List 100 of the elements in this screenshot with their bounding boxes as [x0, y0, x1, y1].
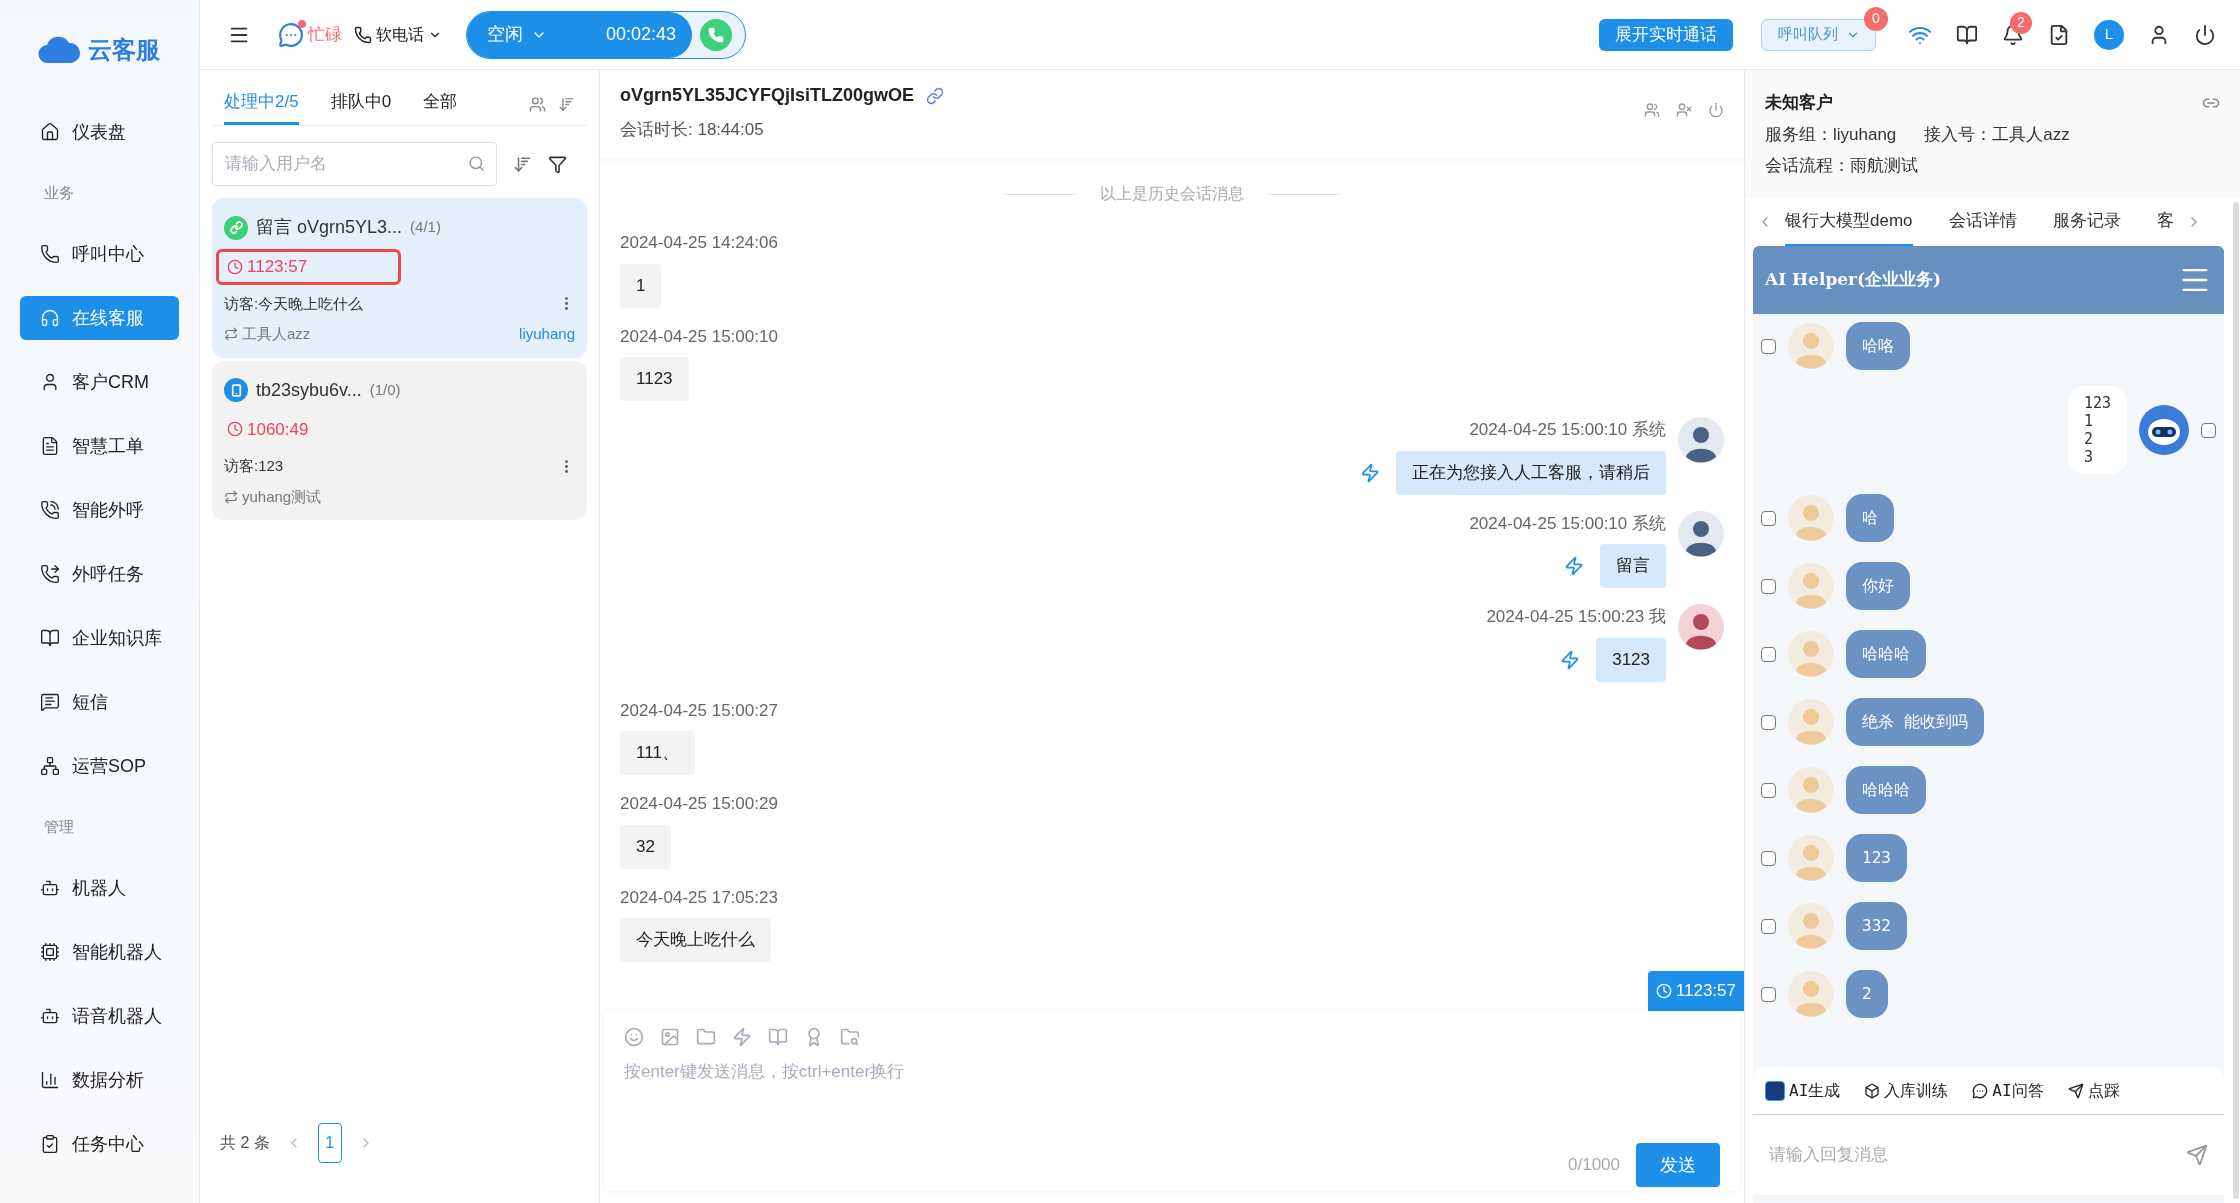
send-icon[interactable] — [2186, 1144, 2208, 1166]
call-timer: 00:02:43 — [605, 23, 676, 46]
agent-avatar — [1678, 604, 1724, 650]
message-checkbox[interactable] — [1761, 714, 1776, 730]
folder-view-icon[interactable] — [840, 1027, 860, 1047]
ai-action-button[interactable]: 点踩 — [2067, 1078, 2120, 1103]
lightning-icon[interactable] — [1360, 462, 1380, 483]
sidebar-item[interactable]: 语音机器人 — [20, 994, 179, 1038]
visitor-message-bubble: 1123 — [620, 357, 689, 401]
sidebar-item-icon — [40, 564, 60, 584]
lightning-icon[interactable] — [1560, 649, 1581, 670]
sidebar-item[interactable]: 外呼任务 — [20, 552, 179, 596]
emoji-icon[interactable] — [624, 1027, 644, 1047]
sidebar-item[interactable]: 数据分析 — [20, 1058, 179, 1102]
user-avatar — [1788, 835, 1834, 881]
visitor-message-bubble: 32 — [620, 824, 671, 869]
message-input[interactable]: 按enter键发送消息，按ctrl+enter换行 — [624, 1059, 1720, 1143]
message-checkbox[interactable] — [1761, 646, 1776, 662]
sidebar-item[interactable]: 仪表盘 — [20, 110, 179, 154]
user-message-bubble: 123 — [1846, 834, 1907, 882]
ai-action-button[interactable]: 入库训练 — [1864, 1078, 1949, 1103]
session-tab[interactable]: 全部 — [423, 88, 458, 125]
power-icon[interactable] — [2194, 23, 2216, 46]
message-checkbox[interactable] — [1761, 986, 1776, 1002]
lightning-icon[interactable] — [732, 1027, 752, 1047]
end-session-icon[interactable] — [1708, 102, 1724, 118]
session-tab[interactable]: 处理中2/5 — [224, 88, 299, 125]
message-checkbox[interactable] — [1761, 918, 1776, 934]
service-group: 服务组：liyuhang — [1765, 121, 1897, 147]
message-checkbox[interactable] — [1761, 578, 1776, 594]
sidebar-item[interactable]: 客户CRM — [20, 360, 179, 404]
sidebar-item-icon — [40, 628, 60, 648]
message-checkbox[interactable] — [1761, 510, 1776, 526]
user-avatar — [1788, 971, 1834, 1017]
user-avatar — [1788, 903, 1834, 949]
outgoing-message-bubble: 3123 — [1596, 637, 1666, 682]
message-checkbox[interactable] — [1761, 850, 1776, 866]
link-icon[interactable] — [926, 86, 945, 105]
message-checkbox[interactable] — [1761, 338, 1776, 354]
sidebar-item[interactable]: 智能机器人 — [20, 930, 179, 974]
reply-input[interactable]: 请输入回复消息 — [1753, 1115, 2224, 1195]
message-count: (1/0) — [369, 379, 401, 400]
message-count: (4/1) — [410, 217, 441, 238]
ai-action-button[interactable]: AI问答 — [1972, 1078, 2044, 1103]
phone-icon — [354, 25, 372, 44]
user-message-bubble: 哈咯 — [1846, 322, 1910, 370]
visitor-message-bubble: 今天晚上吃什么 — [620, 918, 771, 962]
session-tab[interactable]: 排队中0 — [330, 88, 392, 125]
book-icon[interactable] — [1956, 23, 1978, 46]
ai-action-button[interactable]: AI生成 — [1765, 1078, 1841, 1103]
clock-icon — [1655, 983, 1672, 999]
message-time: 2024-04-25 15:00:10 系统 — [1469, 512, 1666, 535]
transfer-user-icon[interactable] — [1644, 102, 1660, 118]
customer-name: 未知客户 — [1765, 92, 1833, 114]
username-search-field[interactable]: 请输入用户名 — [212, 142, 497, 186]
folder-icon[interactable] — [696, 1027, 716, 1047]
sidebar-item-icon — [40, 878, 60, 898]
message-time: 2024-04-25 15:00:23 我 — [1486, 606, 1666, 628]
sidebar-item[interactable]: 任务中心 — [20, 1122, 179, 1166]
answer-call-button[interactable] — [700, 18, 732, 51]
chat-bubble-icon[interactable] — [278, 21, 304, 48]
outgoing-message-bubble: 留言 — [1600, 544, 1666, 588]
sidebar-item[interactable]: 机器人 — [20, 866, 179, 910]
document-check-icon[interactable] — [2048, 23, 2070, 46]
image-icon[interactable] — [660, 1027, 680, 1047]
session-card[interactable]: 留言 oVgrn5YL3... (4/1) 1123:57 访客:今天晚上吃什么 工具人azz liyuhang — [212, 198, 587, 358]
user-avatar — [1788, 767, 1834, 813]
sidebar-item-icon — [40, 1134, 60, 1154]
action-icon — [2067, 1082, 2084, 1099]
sidebar-item[interactable]: 短信 — [20, 680, 179, 724]
sidebar-item[interactable]: 智慧工单 — [20, 424, 179, 468]
side-panel-tab[interactable]: 服务记录 — [2052, 198, 2121, 246]
outgoing-message-bubble: 正在为您接入人工客服，请稍后 — [1396, 450, 1666, 495]
side-panel-tab[interactable]: 客 — [2156, 198, 2174, 246]
filter-icon[interactable] — [548, 154, 567, 174]
sidebar-item[interactable]: 呼叫中心 — [20, 232, 179, 276]
sidebar-item[interactable]: 企业知识库 — [20, 616, 179, 660]
message-checkbox[interactable] — [2201, 422, 2216, 438]
sidebar-item[interactable]: 运营SOP — [20, 744, 179, 788]
lightning-icon[interactable] — [1564, 556, 1584, 576]
message-checkbox[interactable] — [1761, 782, 1776, 798]
phone-mode-dropdown[interactable]: 软电话 — [354, 22, 442, 47]
notification-count-badge: 2 — [2010, 11, 2032, 34]
search-icon[interactable] — [468, 155, 485, 172]
user-avatar — [1788, 631, 1834, 677]
transfer-icon — [224, 327, 238, 342]
block-user-icon[interactable] — [1676, 102, 1692, 118]
message-time: 2024-04-25 15:00:10 系统 — [1469, 419, 1666, 441]
sidebar-item-icon — [40, 122, 60, 142]
session-card[interactable]: tb23sybu6v... (1/0) 1060:49 访客:123 yuhang测试 — [212, 360, 587, 520]
sidebar-item[interactable]: 智能外呼 — [20, 488, 179, 532]
users-icon[interactable] — [529, 96, 546, 113]
phone-icon — [708, 26, 724, 43]
sort-icon[interactable] — [513, 154, 532, 174]
sidebar-item-icon — [40, 436, 60, 456]
user-avatar — [1788, 563, 1834, 609]
system-avatar — [1678, 510, 1724, 557]
user-message-bubble: 哈 — [1846, 494, 1894, 542]
sort-icon[interactable] — [558, 96, 575, 113]
side-panel-tab[interactable]: 会话详情 — [1948, 198, 2017, 246]
